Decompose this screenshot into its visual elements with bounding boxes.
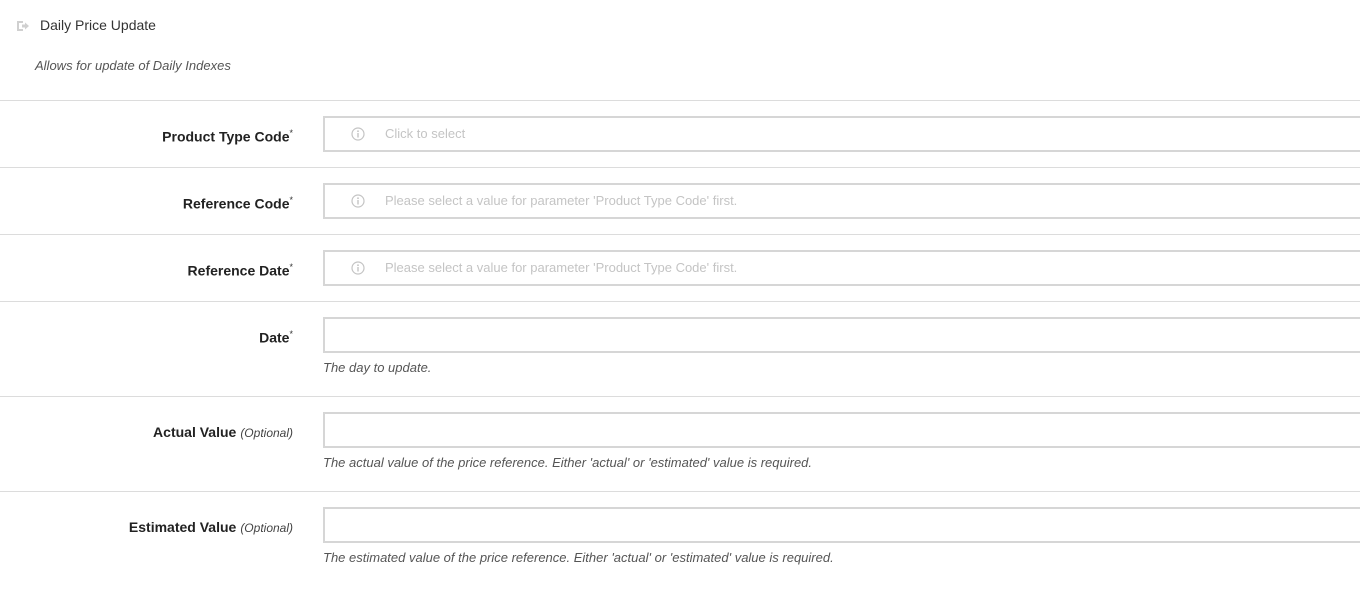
field-label: Actual Value (Optional) bbox=[153, 424, 293, 440]
form-row-reference-date: Reference Date* Please select a value fo… bbox=[0, 234, 1360, 301]
field-label: Reference Date* bbox=[188, 262, 293, 279]
required-marker: * bbox=[289, 195, 293, 205]
info-icon bbox=[351, 194, 365, 208]
form-row-date: Date* The day to update. bbox=[0, 301, 1360, 396]
page-header: Daily Price Update Allows for update of … bbox=[0, 0, 1360, 100]
sign-out-icon bbox=[16, 19, 30, 33]
product-type-code-select[interactable]: Click to select bbox=[323, 116, 1360, 152]
select-placeholder: Click to select bbox=[385, 126, 466, 141]
field-label-text: Product Type Code bbox=[162, 128, 290, 145]
field-help-text: The day to update. bbox=[323, 360, 432, 375]
field-label: Product Type Code* bbox=[162, 128, 293, 145]
actual-value-field[interactable] bbox=[323, 412, 1360, 448]
select-placeholder: Please select a value for parameter 'Pro… bbox=[385, 260, 738, 275]
page-title: Daily Price Update bbox=[40, 17, 156, 33]
reference-code-select[interactable]: Please select a value for parameter 'Pro… bbox=[323, 183, 1360, 219]
field-label: Reference Code* bbox=[183, 195, 293, 212]
field-label-text: Date bbox=[259, 329, 290, 346]
actual-value-input[interactable] bbox=[325, 414, 1360, 446]
field-label-text: Estimated Value bbox=[128, 519, 237, 535]
required-marker: * bbox=[289, 262, 293, 272]
required-marker: * bbox=[289, 128, 293, 138]
optional-marker: (Optional) bbox=[240, 521, 293, 535]
form-row-actual-value: Actual Value (Optional) The actual value … bbox=[0, 396, 1360, 491]
required-marker: * bbox=[289, 329, 293, 339]
field-label: Date* bbox=[259, 329, 293, 346]
field-help-text: The actual value of the price reference.… bbox=[323, 455, 813, 470]
form-row-product-type-code: Product Type Code* Click to select bbox=[0, 100, 1360, 167]
field-label-text: Reference Date bbox=[187, 262, 290, 279]
date-field[interactable] bbox=[323, 317, 1360, 353]
estimated-value-field[interactable] bbox=[323, 507, 1360, 543]
field-label-text: Reference Code bbox=[182, 195, 290, 212]
date-input[interactable] bbox=[325, 319, 1360, 351]
info-icon bbox=[351, 261, 365, 275]
estimated-value-input[interactable] bbox=[325, 509, 1360, 541]
reference-date-select[interactable]: Please select a value for parameter 'Pro… bbox=[323, 250, 1360, 286]
field-label-text: Actual Value bbox=[153, 424, 237, 440]
price-update-form: Product Type Code* Click to select Refer… bbox=[0, 100, 1360, 586]
field-help-text: The estimated value of the price referen… bbox=[323, 550, 834, 565]
select-placeholder: Please select a value for parameter 'Pro… bbox=[385, 193, 738, 208]
form-row-estimated-value: Estimated Value (Optional) The estimated … bbox=[0, 491, 1360, 586]
page-subtitle: Allows for update of Daily Indexes bbox=[35, 58, 231, 73]
optional-marker: (Optional) bbox=[240, 426, 293, 440]
form-row-reference-code: Reference Code* Please select a value fo… bbox=[0, 167, 1360, 234]
field-label: Estimated Value (Optional) bbox=[129, 519, 293, 535]
info-icon bbox=[351, 127, 365, 141]
